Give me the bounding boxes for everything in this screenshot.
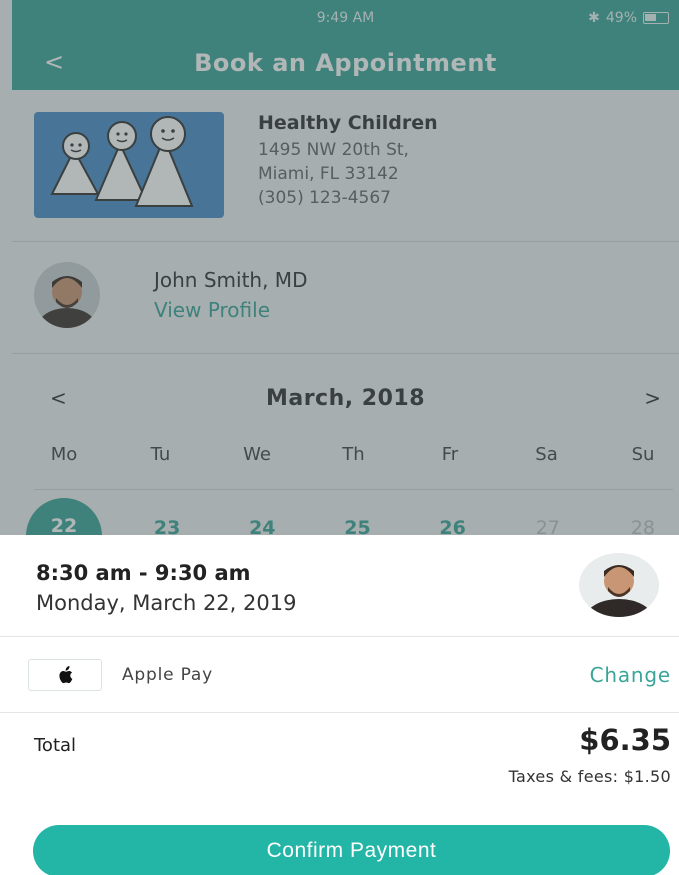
calendar-day-disabled: 27 bbox=[535, 517, 560, 535]
appointment-date: Monday, March 22, 2019 bbox=[36, 591, 297, 615]
weekday-label: We bbox=[243, 444, 271, 465]
weekday-header: Mo Tu We Th Fr Sa Su bbox=[34, 444, 673, 490]
clinic-phone: (305) 123-4567 bbox=[258, 188, 391, 208]
clinic-address-line2: Miami, FL 33142 bbox=[258, 164, 399, 184]
weekday-label: Fr bbox=[441, 444, 459, 465]
battery-icon bbox=[643, 12, 669, 24]
payment-method-label: Apple Pay bbox=[122, 665, 213, 685]
confirm-payment-button[interactable]: Confirm Payment bbox=[33, 825, 670, 875]
calendar: < March, 2018 > Mo Tu We Th Fr Sa Su 22 … bbox=[12, 354, 679, 535]
weekday-label: Sa bbox=[535, 444, 558, 465]
payment-sheet: 8:30 am - 9:30 am Monday, March 22, 2019… bbox=[0, 535, 679, 875]
calendar-day[interactable]: 26 bbox=[423, 498, 483, 535]
calendar-day-selected[interactable]: 22 bbox=[26, 498, 102, 535]
appointment-time: 8:30 am - 9:30 am bbox=[36, 561, 251, 585]
page-title: Book an Appointment bbox=[194, 49, 497, 77]
clinic-card: Healthy Children 1495 NW 20th St, Miami,… bbox=[12, 90, 679, 242]
status-time: 9:49 AM bbox=[316, 10, 375, 26]
calendar-day[interactable]: 24 bbox=[232, 498, 292, 535]
clinic-info: Healthy Children 1495 NW 20th St, Miami,… bbox=[258, 112, 438, 210]
total-amount: $6.35 bbox=[579, 723, 671, 757]
doctor-name: John Smith, MD bbox=[154, 268, 308, 292]
booking-screen: 9:49 AM ✱ 49% < Book an Appointment Heal… bbox=[0, 0, 679, 535]
weekday-label: Th bbox=[342, 444, 365, 465]
apple-pay-badge bbox=[28, 659, 102, 691]
status-bar: 9:49 AM ✱ 49% bbox=[12, 0, 679, 38]
doctor-row: John Smith, MD View Profile bbox=[12, 242, 679, 354]
view-profile-link[interactable]: View Profile bbox=[154, 298, 270, 322]
nav-bar: < Book an Appointment bbox=[12, 38, 679, 90]
calendar-day[interactable]: 23 bbox=[137, 498, 197, 535]
weekday-label: Mo bbox=[50, 444, 78, 465]
battery-percent: 49% bbox=[605, 10, 637, 26]
calendar-month: March, 2018 bbox=[265, 386, 426, 411]
weekday-label: Su bbox=[631, 444, 655, 465]
totals-section: Total $6.35 Taxes & fees: $1.50 bbox=[0, 713, 679, 795]
day-row: 22 23 24 25 26 27 28 bbox=[26, 498, 673, 535]
weekday-label: Tu bbox=[150, 444, 171, 465]
bluetooth-icon: ✱ bbox=[588, 10, 600, 26]
change-payment-button[interactable]: Change bbox=[590, 663, 671, 687]
doctor-avatar bbox=[34, 262, 100, 328]
apple-icon bbox=[59, 666, 73, 684]
clinic-logo bbox=[34, 112, 224, 218]
doctor-avatar-small bbox=[579, 553, 659, 617]
next-month-button[interactable]: > bbox=[644, 386, 661, 410]
status-indicators: ✱ 49% bbox=[588, 10, 669, 26]
payment-method-row: Apple Pay Change bbox=[0, 637, 679, 713]
appointment-summary: 8:30 am - 9:30 am Monday, March 22, 2019 bbox=[0, 535, 679, 637]
clinic-name: Healthy Children bbox=[258, 112, 438, 134]
family-icon bbox=[50, 116, 194, 207]
calendar-day[interactable]: 25 bbox=[327, 498, 387, 535]
calendar-day-disabled: 28 bbox=[630, 517, 656, 535]
taxes-fees: Taxes & fees: $1.50 bbox=[508, 767, 671, 786]
clinic-address-line1: 1495 NW 20th St, bbox=[258, 140, 409, 160]
total-label: Total bbox=[34, 735, 77, 756]
